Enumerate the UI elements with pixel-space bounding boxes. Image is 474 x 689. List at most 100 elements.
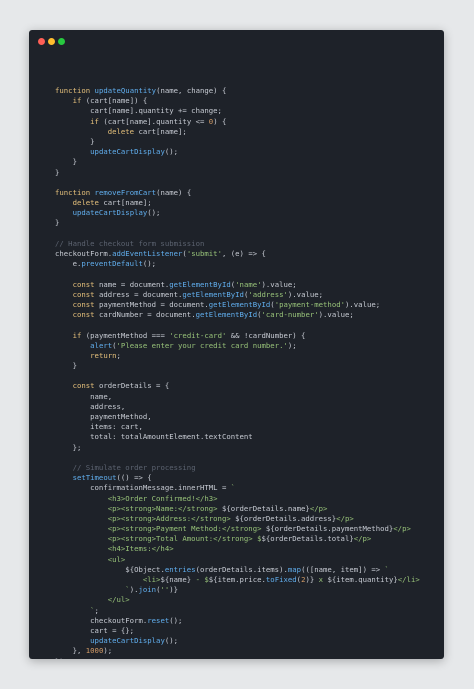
code-line: updateCartDisplay(); xyxy=(55,208,441,218)
code-token: map xyxy=(287,564,302,574)
code-token: cardNumber = document. xyxy=(94,310,196,320)
code-token: ` xyxy=(230,483,236,493)
code-token: updateCartDisplay xyxy=(90,147,165,157)
code-editor-window: function updateQuantity(name, change) { … xyxy=(29,30,444,659)
code-token: ); xyxy=(103,646,113,656)
code-token: return xyxy=(90,350,117,360)
code-token: ${item.price. xyxy=(208,575,266,584)
code-token: paymentMethod, xyxy=(55,412,152,421)
code-token: ` xyxy=(55,585,130,595)
code-token: if xyxy=(90,116,99,126)
code-token: (() => { xyxy=(116,473,152,483)
code-token: 'card-number' xyxy=(261,310,319,320)
code-line: <h4>Items:</h4> xyxy=(55,544,441,554)
code-token: ${name} xyxy=(160,575,192,584)
code-line: delete cart[name]; xyxy=(55,198,441,208)
code-token: 'address' xyxy=(248,289,288,299)
code-token: 'Please enter your credit card number.' xyxy=(116,340,288,350)
code-token: ; xyxy=(94,605,99,615)
code-token: ) { xyxy=(213,116,227,126)
code-line: if (cart[name].quantity <= 0) { xyxy=(55,117,441,127)
window-titlebar xyxy=(29,30,444,52)
code-line: <p><strong>Name:</strong> ${orderDetails… xyxy=(55,504,441,514)
code-token: alert xyxy=(90,340,113,350)
code-line: e.preventDefault(); xyxy=(55,259,441,269)
code-token: (paymentMethod === xyxy=(81,330,170,340)
code-line: const orderDetails = { xyxy=(55,381,441,391)
code-line: <p><strong>Address:</strong> ${orderDeta… xyxy=(55,514,441,524)
code-token: const xyxy=(72,279,95,289)
code-token: </ul> xyxy=(55,595,130,605)
code-token: cart[name]; xyxy=(134,126,187,136)
code-line: }; xyxy=(55,443,441,453)
code-token: getElementById xyxy=(182,289,244,299)
code-token: } xyxy=(55,157,77,167)
code-token: ).value; xyxy=(261,279,297,289)
code-token: , (e) => { xyxy=(221,249,266,258)
code-line: } xyxy=(55,168,441,178)
code-token: } xyxy=(55,167,60,177)
code-token: ).value; xyxy=(345,299,381,309)
code-line: <li>${name} - $${item.price.toFixed(2)} … xyxy=(55,575,441,585)
code-token: }); xyxy=(55,657,68,660)
code-token: (([name, item]) => xyxy=(301,564,385,574)
code-token: name, xyxy=(55,391,113,401)
code-token: (cart[name].quantity <= xyxy=(98,116,209,126)
code-line: return; xyxy=(55,351,441,361)
close-dot-icon[interactable] xyxy=(38,38,45,45)
code-token: }; xyxy=(55,442,82,452)
code-token: e. xyxy=(55,259,82,269)
code-token: preventDefault xyxy=(81,259,143,269)
code-line: }); xyxy=(55,657,441,660)
code-token: updateQuantity xyxy=(94,86,157,95)
code-token: <li> xyxy=(55,575,161,584)
code-line: updateCartDisplay(); xyxy=(55,636,441,646)
code-token: (orderDetails.items). xyxy=(195,564,288,574)
code-token: ).value; xyxy=(318,310,354,320)
code-token: getElementById xyxy=(208,299,271,309)
code-token: cart[name]; xyxy=(98,198,152,208)
code-token: reset xyxy=(147,615,170,625)
maximize-dot-icon[interactable] xyxy=(58,38,65,45)
code-line: </ul> xyxy=(55,595,441,605)
code-token: ` xyxy=(55,605,95,615)
code-line: } xyxy=(55,361,441,371)
code-token: 'payment-method' xyxy=(274,299,345,309)
code-token: removeFromCart xyxy=(94,187,157,197)
code-token: delete xyxy=(72,198,99,208)
minimize-dot-icon[interactable] xyxy=(48,38,55,45)
code-token: <ul> xyxy=(55,554,126,564)
code-token: delete xyxy=(107,126,135,136)
code-token: <p><strong>Payment Method:</strong> xyxy=(55,524,266,534)
code-token: '' xyxy=(160,585,170,595)
code-token: 'name' xyxy=(235,279,262,289)
code-block: function updateQuantity(name, change) { … xyxy=(55,86,441,659)
code-token: ${item.quantity} xyxy=(327,575,398,584)
code-line: confirmationMessage.innerHTML = ` xyxy=(55,483,441,493)
code-token: name = document. xyxy=(94,279,170,289)
code-line: const cardNumber = document.getElementBy… xyxy=(55,310,441,320)
code-token: setTimeout xyxy=(72,473,117,483)
code-token: cart[name].quantity += change; xyxy=(55,106,222,116)
code-line: address, xyxy=(55,402,441,412)
code-token: ${Object. xyxy=(125,564,165,574)
code-token: </p> xyxy=(353,534,372,544)
code-token: checkoutForm. xyxy=(55,249,113,258)
code-line: } xyxy=(55,218,441,228)
code-token: const xyxy=(72,289,95,299)
code-token: ` xyxy=(384,564,389,574)
code-token: // Simulate order processing xyxy=(72,462,196,472)
code-token: (); xyxy=(164,147,179,157)
code-token: 'credit-card' xyxy=(169,330,227,340)
code-token: getElementById xyxy=(195,310,258,320)
code-token: address, xyxy=(55,401,126,411)
